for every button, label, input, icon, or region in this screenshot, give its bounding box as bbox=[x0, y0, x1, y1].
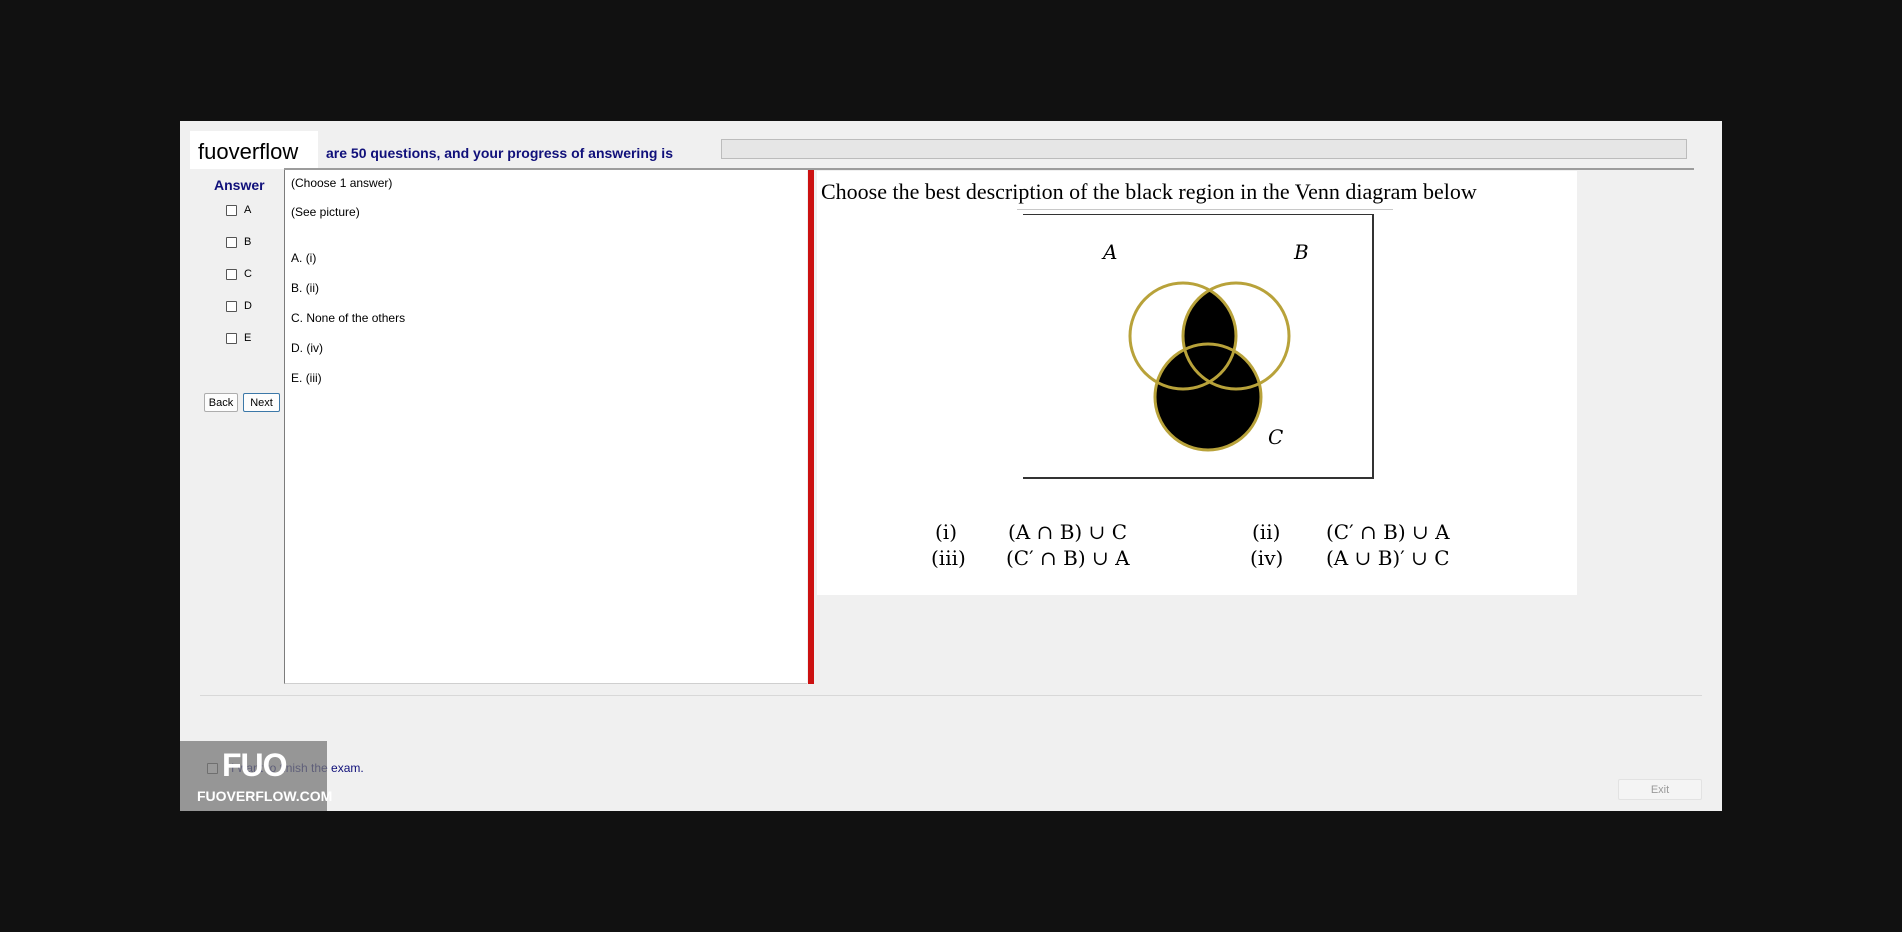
choose-instruction: (Choose 1 answer) bbox=[291, 176, 393, 190]
formula-iii-expression: (C′ ∩ B) ∪ A bbox=[1006, 546, 1130, 570]
formula-iv-expression: (A ∪ B)′ ∪ C bbox=[1326, 546, 1450, 570]
answer-e-label: E bbox=[244, 332, 252, 344]
answer-a-checkbox[interactable] bbox=[226, 204, 237, 216]
choice-c-letter: C. bbox=[291, 311, 303, 325]
answer-c-label: C bbox=[244, 268, 252, 280]
answer-c-checkbox[interactable] bbox=[226, 268, 237, 280]
formula-iii-number: (iii) bbox=[931, 546, 966, 570]
formula-i-expression: (A ∩ B) ∪ C bbox=[1008, 520, 1127, 544]
picture-question-title: Choose the best description of the black… bbox=[821, 179, 1477, 204]
formula-ii-expression: (C′ ∩ B) ∪ A bbox=[1326, 520, 1450, 544]
answer-d-checkbox[interactable] bbox=[226, 300, 237, 312]
venn-diagram: A B C bbox=[1023, 214, 1374, 479]
answer-option-c[interactable]: C bbox=[226, 265, 252, 283]
next-button[interactable]: Next bbox=[243, 393, 280, 412]
answer-option-b[interactable]: B bbox=[226, 233, 251, 251]
answer-option-e[interactable]: E bbox=[226, 329, 251, 347]
content-frame-edge bbox=[200, 695, 1702, 696]
choice-e-text: (iii) bbox=[305, 371, 322, 385]
formula-iv-number: (iv) bbox=[1250, 546, 1284, 570]
formula-ii-number: (ii) bbox=[1252, 520, 1281, 544]
title-underline bbox=[1017, 209, 1393, 210]
choice-a: A. (i) bbox=[291, 251, 316, 265]
answer-d-label: D bbox=[244, 300, 252, 312]
answer-option-d[interactable]: D bbox=[226, 297, 252, 315]
answer-a-label: A bbox=[244, 204, 252, 216]
back-button[interactable]: Back bbox=[204, 393, 238, 412]
answer-heading: Answer bbox=[214, 177, 265, 193]
see-picture-note: (See picture) bbox=[291, 205, 360, 219]
progress-bar bbox=[721, 139, 1687, 159]
choice-b-letter: B. bbox=[291, 281, 303, 295]
answer-e-checkbox[interactable] bbox=[226, 332, 237, 344]
choice-a-letter: A. bbox=[291, 251, 303, 265]
exit-button[interactable]: Exit bbox=[1618, 779, 1702, 800]
question-text-panel[interactable] bbox=[284, 170, 807, 684]
answer-b-label: B bbox=[244, 236, 252, 248]
choice-e: E. (iii) bbox=[291, 371, 322, 385]
exam-window: fuoverflow are 50 questions, and your pr… bbox=[180, 121, 1722, 811]
splitter-divider[interactable] bbox=[808, 170, 814, 684]
choice-a-text: (i) bbox=[305, 251, 317, 265]
choice-c-text: None of the others bbox=[306, 311, 406, 325]
formula-i-number: (i) bbox=[935, 520, 958, 544]
choice-e-letter: E. bbox=[291, 371, 303, 385]
venn-label-a: A bbox=[1101, 240, 1117, 264]
answer-b-checkbox[interactable] bbox=[226, 236, 237, 248]
progress-label: are 50 questions, and your progress of a… bbox=[326, 145, 673, 161]
venn-label-c: C bbox=[1268, 425, 1283, 449]
choice-d-text: (iv) bbox=[306, 341, 324, 355]
choice-d: D. (iv) bbox=[291, 341, 323, 355]
choice-b: B. (ii) bbox=[291, 281, 319, 295]
watermark-site: FUOVERFLOW.COM bbox=[197, 788, 333, 804]
answer-option-a[interactable]: A bbox=[226, 201, 251, 219]
choice-b-text: (ii) bbox=[305, 281, 320, 295]
watermark-logo: FUO bbox=[222, 747, 288, 783]
choice-d-letter: D. bbox=[291, 341, 303, 355]
choice-c: C. None of the others bbox=[291, 311, 405, 325]
app-logo: fuoverflow bbox=[198, 139, 299, 164]
venn-label-b: B bbox=[1293, 240, 1309, 264]
